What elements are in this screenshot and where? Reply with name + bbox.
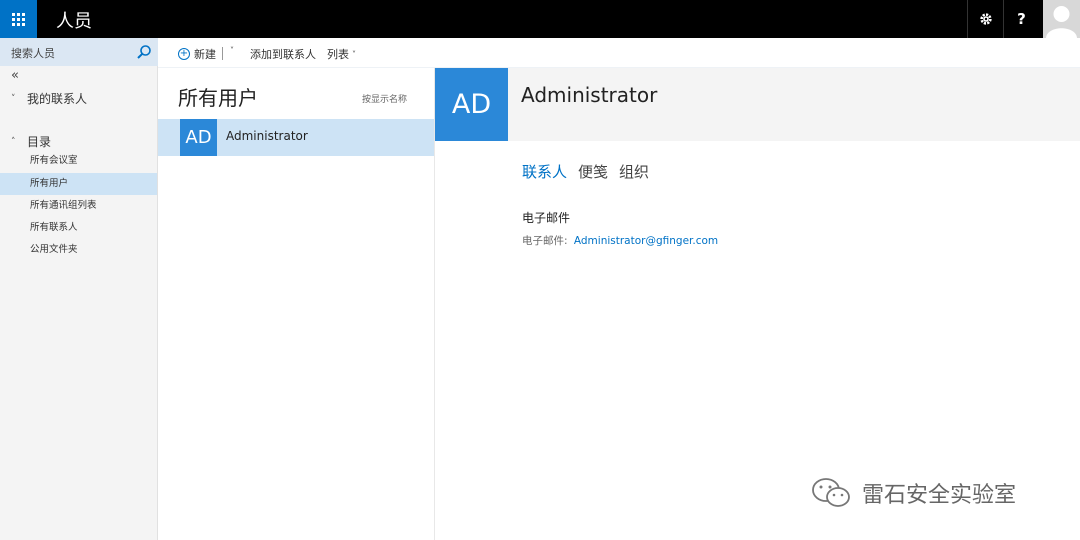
top-bar: 人员 ?: [0, 0, 1080, 38]
detail-tabs: 联系人 便笺 组织: [522, 161, 660, 182]
wechat-icon: [812, 478, 850, 507]
directory-label: 目录: [27, 135, 52, 149]
new-button[interactable]: + 新建: [178, 46, 216, 62]
avatar: AD: [180, 119, 217, 156]
new-label: 新建: [194, 48, 216, 61]
my-contacts-label: 我的联系人: [27, 92, 88, 106]
detail-header: AD Administrator: [435, 68, 1080, 141]
chevron-down-icon: ˅: [352, 49, 356, 59]
list-item[interactable]: AD Administrator: [158, 119, 434, 156]
person-icon: [1046, 6, 1077, 38]
app-title: 人员: [56, 11, 92, 32]
nav-item-all-users[interactable]: 所有用户: [0, 173, 157, 195]
plus-icon: +: [178, 48, 190, 60]
divider: [222, 47, 223, 60]
list-label: 列表: [327, 48, 349, 61]
avatar: AD: [435, 68, 508, 141]
search-icon[interactable]: [136, 44, 152, 60]
email-link[interactable]: Administrator@gfinger.com: [574, 235, 718, 247]
my-contacts-group[interactable]: ˅ 我的联系人: [11, 90, 87, 107]
list-view-button[interactable]: 列表 ˅: [327, 46, 356, 62]
gear-icon: [979, 13, 992, 25]
email-section-title: 电子邮件: [522, 211, 571, 225]
list-pane: 所有用户 按显示名称 AD Administrator: [158, 68, 435, 540]
watermark-text: 雷石安全实验室: [862, 483, 1017, 508]
add-to-contacts-button[interactable]: 添加到联系人: [250, 46, 316, 62]
detail-name: Administrator: [521, 83, 658, 107]
nav-item-all-distribution-lists[interactable]: 所有通讯组列表: [0, 195, 157, 217]
list-title: 所有用户: [178, 86, 258, 110]
nav-item-all-rooms[interactable]: 所有会议室: [0, 150, 157, 172]
user-avatar-button[interactable]: [1043, 0, 1080, 38]
nav-item-public-folders[interactable]: 公用文件夹: [0, 239, 157, 261]
collapse-nav-icon[interactable]: «: [11, 68, 19, 83]
settings-button[interactable]: [967, 0, 1003, 38]
command-bar: + 新建 ˅ 添加到联系人 列表 ˅: [158, 38, 1080, 68]
nav-item-all-contacts[interactable]: 所有联系人: [0, 217, 157, 239]
search-box[interactable]: 搜索人员: [0, 38, 158, 66]
left-navigation: 搜索人员 « ˅ 我的联系人 ˄ 目录 所有会议室 所有用户 所有通讯组列表 所…: [0, 38, 158, 540]
new-dropdown-button[interactable]: ˅: [227, 46, 234, 55]
tab-contact[interactable]: 联系人: [522, 161, 567, 182]
app-launcher-button[interactable]: [0, 0, 37, 38]
help-button[interactable]: ?: [1003, 0, 1039, 38]
waffle-icon: [12, 12, 25, 26]
sort-button[interactable]: 按显示名称: [362, 92, 407, 105]
contact-name: Administrator: [226, 129, 308, 143]
tab-notes[interactable]: 便笺: [578, 161, 608, 182]
search-input[interactable]: 搜索人员: [11, 45, 55, 61]
directory-group[interactable]: ˄ 目录: [11, 133, 51, 150]
chevron-down-icon: ˅: [11, 93, 16, 104]
email-row: 电子邮件: Administrator@gfinger.com: [522, 233, 718, 248]
tab-organization[interactable]: 组织: [619, 161, 649, 182]
chevron-down-icon: ˅: [230, 46, 234, 55]
watermark: 雷石安全实验室: [810, 476, 1016, 510]
email-label: 电子邮件:: [522, 235, 568, 247]
chevron-up-icon: ˄: [11, 136, 16, 147]
